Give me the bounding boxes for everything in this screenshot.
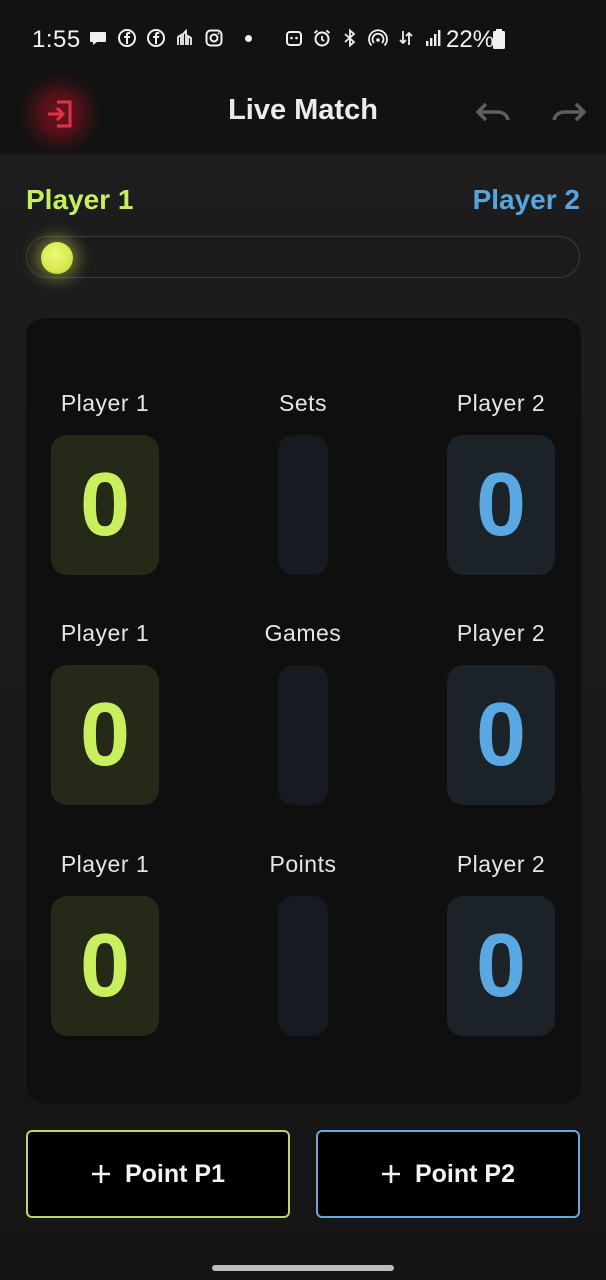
player2-name: Player 2 bbox=[472, 184, 580, 215]
plus-icon bbox=[91, 1165, 110, 1183]
chart-icon bbox=[177, 28, 192, 45]
undo-icon[interactable] bbox=[474, 96, 512, 128]
alarm-icon bbox=[313, 29, 331, 47]
games-divider bbox=[278, 665, 328, 805]
games-p1-label: Player 1 bbox=[60, 620, 150, 646]
data-arrows-icon bbox=[399, 31, 413, 45]
points-p1-label: Player 1 bbox=[60, 851, 150, 877]
status-time: 1:55 bbox=[32, 26, 81, 53]
facebook-icon bbox=[118, 29, 136, 47]
sets-p1-label: Player 1 bbox=[60, 390, 150, 416]
points-p1-score: 0 bbox=[51, 896, 159, 1036]
page-title: Live Match bbox=[228, 94, 378, 126]
player1-name: Player 1 bbox=[26, 184, 134, 215]
redo-icon[interactable] bbox=[550, 96, 588, 128]
notification-icons bbox=[88, 28, 252, 48]
sets-p2-score: 0 bbox=[447, 435, 555, 575]
tennis-ball-icon bbox=[41, 242, 73, 274]
point-p1-button[interactable]: Point P1 bbox=[26, 1130, 290, 1218]
facebook-icon bbox=[147, 29, 165, 47]
status-bar: 1:55 22% bbox=[0, 0, 606, 78]
battery-percent: 22% bbox=[446, 26, 495, 53]
games-p1-score: 0 bbox=[51, 665, 159, 805]
hotspot-icon bbox=[368, 29, 388, 47]
serve-indicator-track bbox=[26, 236, 580, 278]
points-p2-label: Player 2 bbox=[456, 851, 546, 877]
bluetooth-icon bbox=[344, 28, 356, 48]
point-p2-label: Point P2 bbox=[414, 1159, 515, 1188]
chat-bubble-icon bbox=[90, 32, 106, 45]
games-label: Games bbox=[264, 620, 342, 646]
dot-icon bbox=[245, 34, 252, 42]
point-p2-button[interactable]: Point P2 bbox=[316, 1130, 580, 1218]
sets-p2-label: Player 2 bbox=[456, 390, 546, 416]
app-bar: Live Match bbox=[0, 70, 606, 154]
plus-icon bbox=[381, 1165, 400, 1183]
android-icon bbox=[286, 31, 302, 46]
games-p2-score: 0 bbox=[447, 665, 555, 805]
sets-label: Sets bbox=[278, 390, 328, 416]
home-indicator[interactable] bbox=[212, 1265, 394, 1271]
instagram-icon bbox=[205, 29, 223, 47]
games-p2-label: Player 2 bbox=[456, 620, 546, 646]
sets-p1-score: 0 bbox=[51, 435, 159, 575]
point-p1-label: Point P1 bbox=[124, 1159, 225, 1188]
points-label: Points bbox=[269, 851, 337, 877]
system-icons bbox=[284, 28, 444, 48]
sets-divider bbox=[278, 435, 328, 575]
points-divider bbox=[278, 896, 328, 1036]
battery-icon bbox=[493, 29, 505, 49]
points-p2-score: 0 bbox=[447, 896, 555, 1036]
signal-icon bbox=[426, 30, 441, 46]
